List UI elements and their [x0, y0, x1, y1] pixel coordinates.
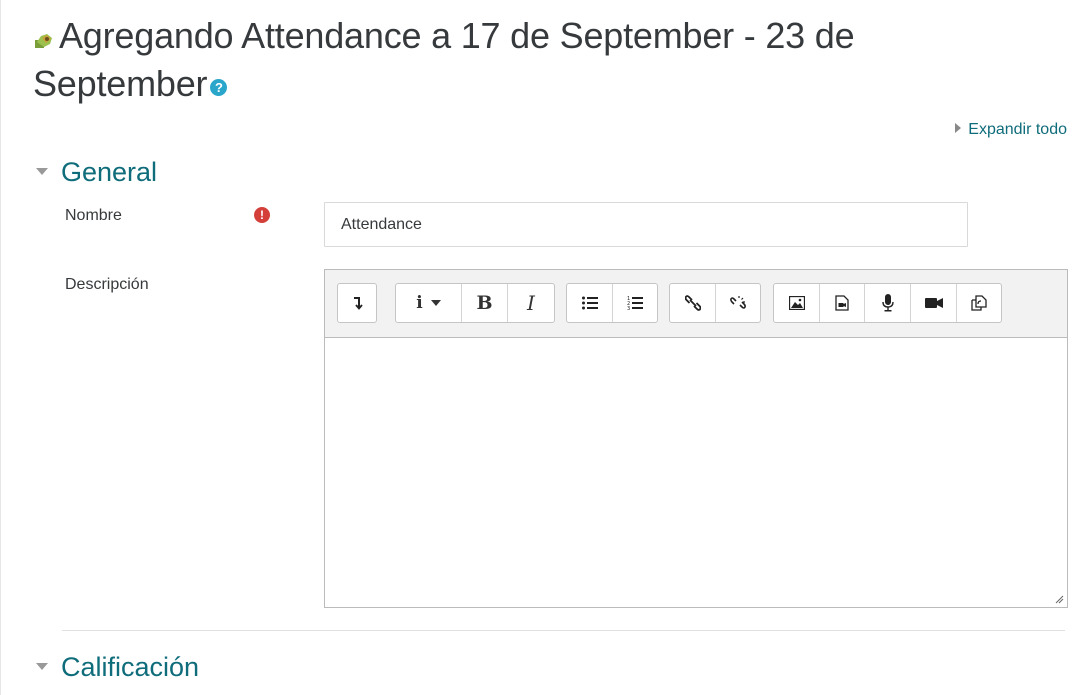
page: Agregando Attendance a 17 de September -…	[0, 0, 1073, 695]
toolbar-group-style: i B I	[395, 283, 555, 323]
attendance-module-icon	[35, 34, 52, 48]
toolbar-group-links	[669, 283, 761, 323]
name-label: Nombre	[65, 207, 122, 224]
italic-icon: I	[527, 291, 535, 315]
image-icon	[788, 296, 805, 310]
toolbar-toggle-button[interactable]	[338, 284, 376, 322]
insert-media-button[interactable]	[820, 284, 865, 322]
page-left-border	[0, 0, 1, 695]
unordered-list-icon	[581, 296, 598, 310]
toolbar-group-lists: 1 2 3	[566, 283, 658, 323]
caret-down-icon	[36, 168, 48, 175]
expand-all-link[interactable]: Expandir todo	[955, 121, 1067, 139]
description-editor: i B I 1 2 3	[324, 269, 1068, 608]
ordered-list-icon: 1 2 3	[627, 296, 643, 311]
microphone-icon	[881, 294, 894, 312]
section-general-header[interactable]: General	[36, 156, 157, 188]
description-editor-content[interactable]	[325, 338, 1067, 607]
expand-all-label: Expandir todo	[968, 121, 1067, 138]
section-general-label: General	[61, 157, 158, 187]
italic-button[interactable]: I	[508, 284, 554, 322]
description-label: Descripción	[65, 276, 149, 293]
video-camera-icon	[924, 298, 943, 308]
ordered-list-button[interactable]: 1 2 3	[613, 284, 657, 322]
svg-text:3: 3	[627, 306, 630, 311]
caret-down-icon	[36, 663, 48, 670]
paragraph-style-dropdown[interactable]: i	[396, 284, 462, 322]
bold-icon: B	[476, 292, 493, 314]
section-grading-header[interactable]: Calificación	[36, 651, 199, 683]
unlink-button[interactable]	[716, 284, 760, 322]
bold-button[interactable]: B	[462, 284, 508, 322]
page-title: Agregando Attendance a 17 de September -…	[33, 12, 1033, 108]
toolbar-toggle-icon	[354, 297, 363, 310]
manage-files-button[interactable]	[957, 284, 1001, 322]
toolbar-group-toggle	[337, 283, 377, 323]
expand-triangle-icon	[955, 123, 962, 133]
resize-handle-icon[interactable]	[1054, 594, 1064, 604]
insert-image-button[interactable]	[774, 284, 820, 322]
section-grading-label: Calificación	[61, 652, 200, 682]
unlink-icon	[730, 296, 746, 309]
chevron-down-icon	[430, 300, 441, 306]
required-icon: !	[254, 207, 270, 223]
record-video-button[interactable]	[911, 284, 957, 322]
unordered-list-button[interactable]	[567, 284, 613, 322]
manage-files-icon	[971, 295, 987, 311]
section-divider	[62, 630, 1065, 631]
record-audio-button[interactable]	[865, 284, 911, 322]
media-icon	[835, 295, 849, 311]
link-button[interactable]	[670, 284, 716, 322]
link-icon	[684, 295, 701, 311]
name-input[interactable]	[324, 202, 968, 247]
help-icon[interactable]: ?	[210, 79, 228, 96]
toolbar-group-media	[773, 283, 1002, 323]
info-icon: i	[416, 293, 423, 313]
page-title-text: Agregando Attendance a 17 de September -…	[33, 15, 855, 104]
editor-toolbar: i B I 1 2 3	[325, 270, 1067, 338]
